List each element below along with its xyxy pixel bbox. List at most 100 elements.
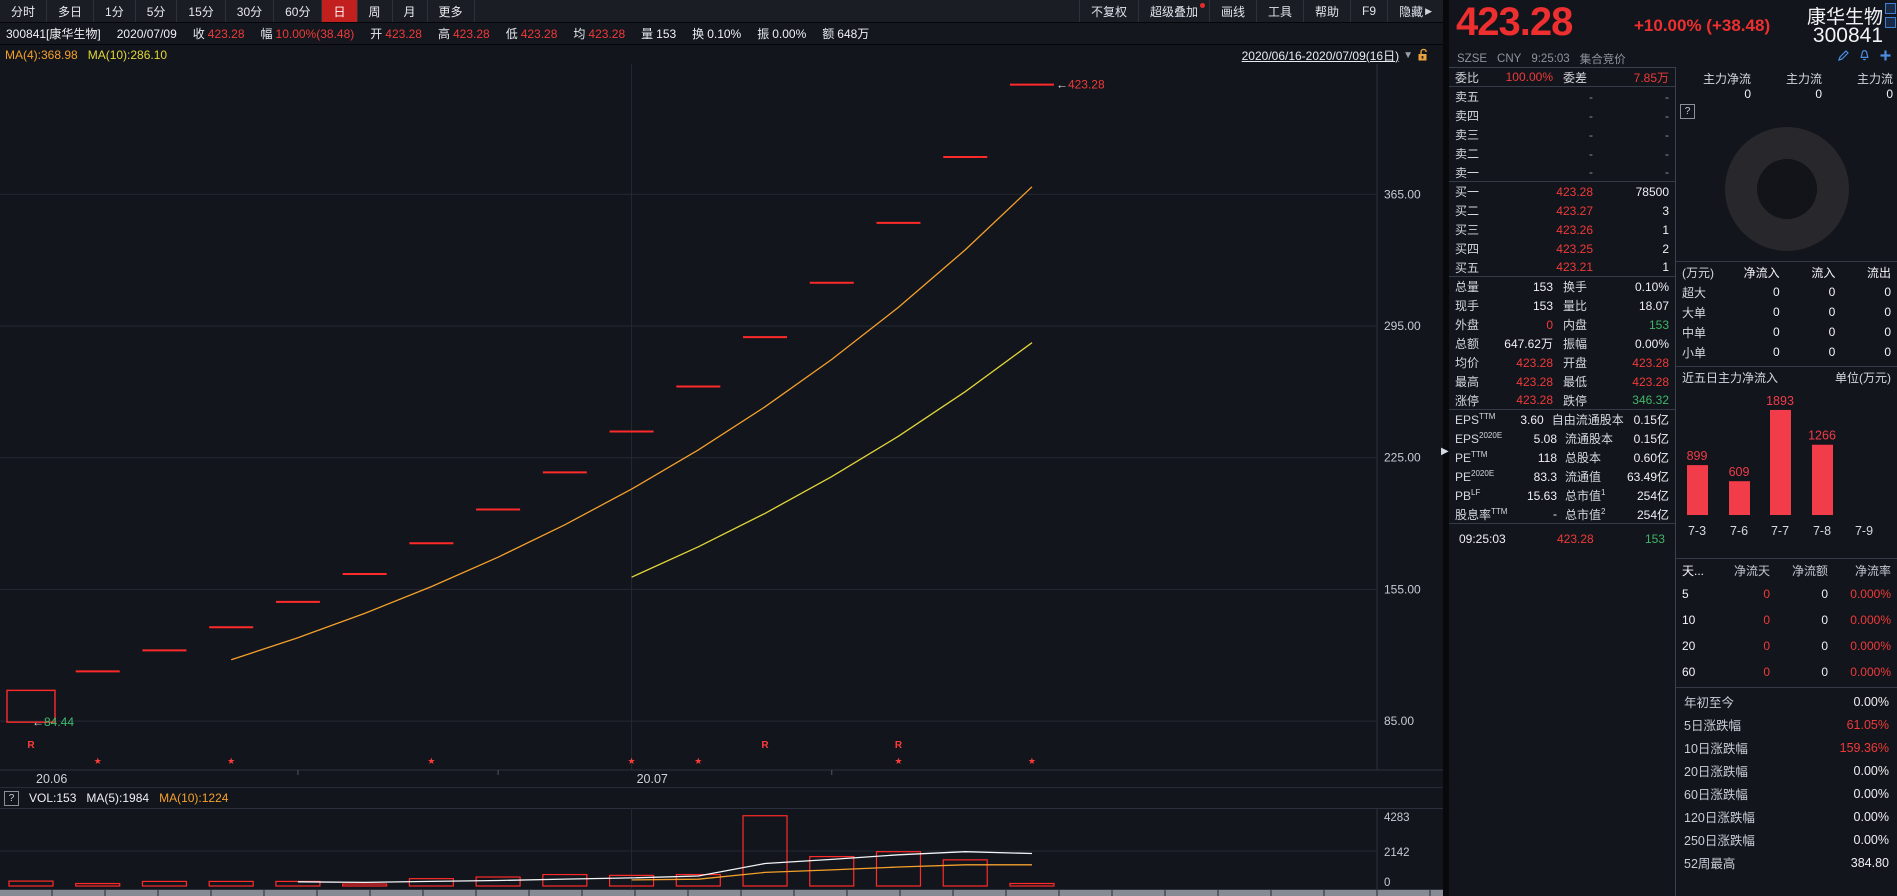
info-field-振: 振 0.00% xyxy=(757,25,806,42)
ma-line-MA(10) xyxy=(631,342,1033,578)
day-flow-header: 天... 净流天 净流额 净流率 xyxy=(1676,558,1897,581)
menu-label: 超级叠加 xyxy=(1149,4,1198,19)
alert-bell-icon[interactable] xyxy=(1857,48,1872,63)
fundamental-label: EPSTTM xyxy=(1455,412,1496,427)
tab-月[interactable]: 月 xyxy=(393,0,428,22)
five-day-flow-title-row: 近五日主力净流入 单位(万元) xyxy=(1676,366,1897,387)
bid-row[interactable]: 买五 423.21 1 xyxy=(1449,258,1675,277)
chart-text: 2142 xyxy=(1384,847,1410,859)
info-field-value: 423.28 xyxy=(385,27,422,41)
bid-label: 买四 xyxy=(1455,242,1480,256)
day-flow-col-header: 净流天 xyxy=(1733,563,1770,578)
day-flow-rate: 0.000% xyxy=(1850,665,1891,679)
bid-row[interactable]: 买三 423.26 1 xyxy=(1449,220,1675,239)
five-day-flow-title: 近五日主力净流入 xyxy=(1682,370,1779,385)
add-plus-icon[interactable] xyxy=(1878,48,1893,63)
menu-帮助[interactable]: 帮助 xyxy=(1303,0,1350,22)
fundamental-label2: 流通股本 xyxy=(1565,432,1614,446)
chevron-down-icon[interactable]: ▼ xyxy=(1403,50,1413,61)
chart-text: ★ xyxy=(694,756,702,766)
stat-label: 量比 xyxy=(1563,299,1588,313)
info-field-value: 423.28 xyxy=(588,27,626,41)
fundamental-row: EPS2020E 5.08 流通股本 0.15亿 xyxy=(1449,429,1675,448)
ask-row[interactable]: 卖三 - - xyxy=(1449,125,1675,144)
collapse-arrow-icon[interactable]: ▶ xyxy=(1441,446,1449,457)
day-flow-netdays: 0 xyxy=(1763,587,1770,601)
menu-label: 画线 xyxy=(1221,4,1246,19)
ask-row[interactable]: 卖二 - - xyxy=(1449,144,1675,163)
help-icon[interactable]: ? xyxy=(1680,104,1695,119)
tabbar-spacer xyxy=(475,0,1079,22)
day-flow-rate: 0.000% xyxy=(1850,587,1891,601)
stat-label: 开盘 xyxy=(1563,356,1588,370)
menu-label: 隐藏 xyxy=(1399,4,1424,19)
performance-row: 20日涨跌幅 0.00% xyxy=(1676,759,1897,782)
bid-volume: 3 xyxy=(1662,203,1669,218)
bid-row[interactable]: 买四 423.25 2 xyxy=(1449,239,1675,258)
bid-row[interactable]: 买二 423.27 3 xyxy=(1449,201,1675,220)
diff-value: 7.85万 xyxy=(1633,70,1669,85)
stat-label: 涨停 xyxy=(1455,393,1480,408)
volume-legend-bar: ? VOL:153 MA(5):1984 MA(10):1224 xyxy=(0,787,1443,808)
tab-多日[interactable]: 多日 xyxy=(47,0,95,22)
tab-60分[interactable]: 60分 xyxy=(274,0,323,22)
tab-日[interactable]: 日 xyxy=(322,0,358,22)
performance-label: 120日涨跌幅 xyxy=(1684,811,1755,825)
volume-bar xyxy=(141,880,188,887)
menu-超级叠加[interactable]: 超级叠加 xyxy=(1137,0,1209,22)
volume-chart[interactable]: 4283 2142 0 xyxy=(0,808,1443,890)
tab-5分[interactable]: 5分 xyxy=(136,0,178,22)
tab-15分[interactable]: 15分 xyxy=(177,0,226,22)
tab-30分[interactable]: 30分 xyxy=(226,0,275,22)
performance-row: 52周最高 384.80 xyxy=(1676,851,1897,874)
info-field-value: 10.00%(38.48) xyxy=(275,27,355,41)
menu-工具[interactable]: 工具 xyxy=(1256,0,1303,22)
ask-row[interactable]: 卖一 - - xyxy=(1449,163,1675,182)
ask-label: 卖三 xyxy=(1455,128,1480,142)
stat-row: 总额 647.62万 振幅 0.00% xyxy=(1449,334,1675,353)
menu-隐藏[interactable]: 隐藏 ▶ xyxy=(1387,0,1443,22)
menu-画线[interactable]: 画线 xyxy=(1209,0,1256,22)
menu-不复权[interactable]: 不复权 xyxy=(1078,0,1138,22)
diff-label: 委差 xyxy=(1563,70,1588,85)
vol-ma5-label: MA(5):1984 xyxy=(86,791,150,805)
main-flow-value: 0 xyxy=(1744,87,1751,101)
flow-cell: 0 xyxy=(1884,305,1892,319)
edit-icon[interactable] xyxy=(1836,48,1851,63)
flow-cell: 0 xyxy=(1772,325,1780,339)
help-icon[interactable]: ? xyxy=(4,790,19,806)
ask-row[interactable]: 卖五 - - xyxy=(1449,87,1675,106)
fundamental-value2: 0.60亿 xyxy=(1633,451,1669,465)
menu-F9[interactable]: F9 xyxy=(1350,0,1387,22)
bid-price: 423.21 xyxy=(1556,260,1593,274)
info-field-label: 换 xyxy=(692,27,705,41)
stat-row: 现手 153 量比 18.07 xyxy=(1449,296,1675,315)
fundamental-label2: 总市值2 xyxy=(1565,506,1606,522)
tab-更多[interactable]: 更多 xyxy=(428,0,475,22)
day-flow-amount: 0 xyxy=(1821,587,1828,601)
bid-price: 423.28 xyxy=(1556,184,1593,199)
unlock-icon[interactable] xyxy=(1417,48,1430,62)
tab-分时[interactable]: 分时 xyxy=(0,0,48,22)
performance-label: 52周最高 xyxy=(1684,857,1736,871)
day-flow-amount: 0 xyxy=(1821,639,1828,653)
horizontal-scrollbar[interactable] xyxy=(0,890,1443,896)
trade-date: 2020/07/09 xyxy=(116,26,177,41)
tab-周[interactable]: 周 xyxy=(358,0,393,22)
ask-row[interactable]: 卖四 - - xyxy=(1449,106,1675,125)
bid-row[interactable]: 买一 423.28 78500 xyxy=(1449,182,1675,201)
performance-label: 20日涨跌幅 xyxy=(1684,765,1748,779)
tab-1分[interactable]: 1分 xyxy=(94,0,136,22)
info-field-value: 153 xyxy=(656,27,677,41)
fundamental-label: PBLF xyxy=(1455,488,1481,503)
info-field-label: 开 xyxy=(370,27,383,41)
menu-label: 帮助 xyxy=(1315,4,1340,19)
flow-table-row: 超大 0 0 0 xyxy=(1676,282,1897,302)
kline-chart[interactable]: 365.00 295.00 225.00 155.00 85.00 20.06 20.07 ←… xyxy=(0,64,1443,786)
day-flow-row: 5 0 0 0.000% xyxy=(1676,581,1897,607)
date-range-label[interactable]: 2020/06/16-2020/07/09(16日) xyxy=(1242,47,1399,64)
five-day-flow-chart[interactable]: 899 7-3 609 7-6 1893 7-7 1266 7-8 7-9 xyxy=(1676,387,1897,555)
performance-value: 159.36% xyxy=(1839,740,1889,755)
period-tab-bar: 分时 多日 1分 5分 15分 30分 60分日周月更多 不复权 超级叠加 画线 工具 帮助 F9 隐藏… xyxy=(0,0,1443,23)
date-range-control[interactable]: 2020/06/16-2020/07/09(16日) ▼ xyxy=(1242,47,1430,64)
